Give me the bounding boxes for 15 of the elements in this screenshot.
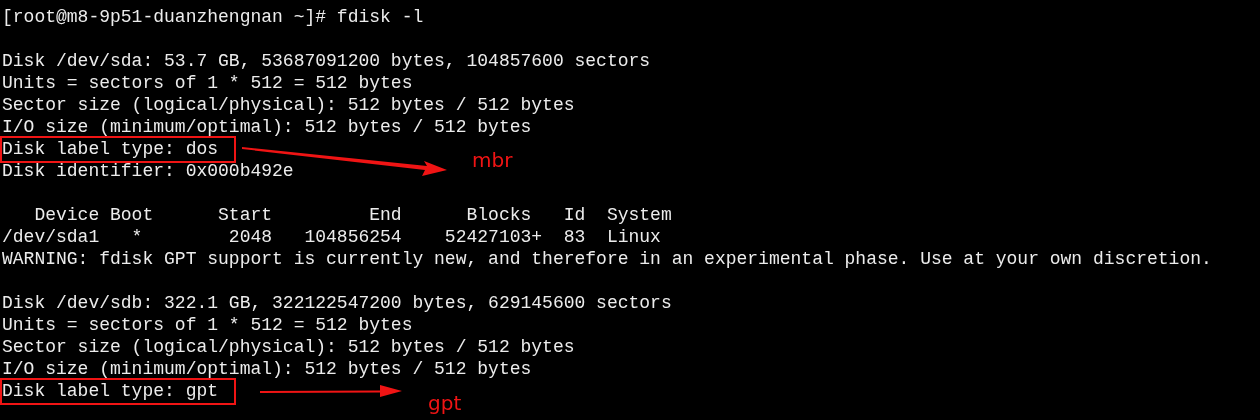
terminal-line: Sector size (logical/physical): 512 bytes / 512 bytes xyxy=(2,336,575,358)
terminal-line: /dev/sda1 * 2048 104856254 52427103+ 83 Linux xyxy=(2,226,661,248)
terminal-line: Disk identifier: 0x000b492e xyxy=(2,160,294,182)
annotation-label: mbr xyxy=(472,148,513,172)
annotation-label: gpt xyxy=(428,391,462,415)
terminal-line: WARNING: fdisk GPT support is currently new, and therefore in an experimental phase. Use at your own discretion. xyxy=(2,248,1212,270)
terminal-line: I/O size (minimum/optimal): 512 bytes / 512 bytes xyxy=(2,358,532,380)
terminal-line: Units = sectors of 1 * 512 = 512 bytes xyxy=(2,72,413,94)
terminal-line: Sector size (logical/physical): 512 bytes / 512 bytes xyxy=(2,94,575,116)
terminal-line: Disk /dev/sda: 53.7 GB, 53687091200 bytes, 104857600 sectors xyxy=(2,50,651,72)
terminal-line: Disk /dev/sdb: 322.1 GB, 322122547200 bytes, 629145600 sectors xyxy=(2,292,672,314)
terminal-line: I/O size (minimum/optimal): 512 bytes / 512 bytes xyxy=(2,116,532,138)
terminal-line: Units = sectors of 1 * 512 = 512 bytes xyxy=(2,314,413,336)
terminal-line: Device Boot Start End Blocks Id System xyxy=(33,204,672,226)
terminal-line: [root@m8-9p51-duanzhengnan ~]# fdisk -l xyxy=(2,6,424,28)
